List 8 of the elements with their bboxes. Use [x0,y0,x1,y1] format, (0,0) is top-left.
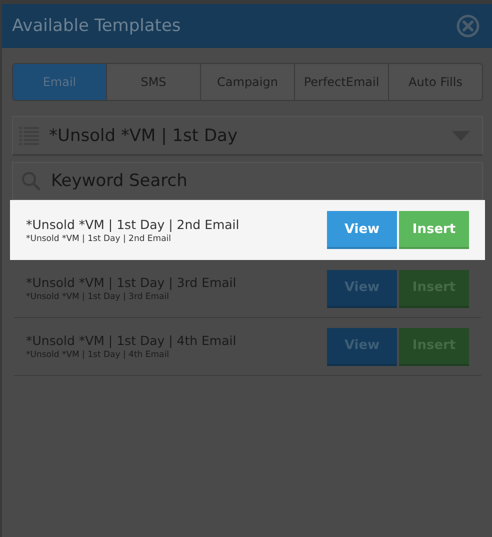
template-title: *Unsold *VM | 1st Day | 2nd Email [26,216,240,232]
close-icon[interactable] [456,14,480,38]
window-title: Available Templates [12,16,181,36]
view-button[interactable]: View [327,211,397,249]
tab[interactable]: Email [13,64,106,100]
template-subtitle: *Unsold *VM | 1st Day | 2nd Email [26,234,172,244]
template-row[interactable]: *Unsold *VM | 1st Day | 2nd Email *Unsold *VM | 1st Day | 2nd Email View Insert [10,200,485,260]
insert-button[interactable]: Insert [399,211,469,249]
